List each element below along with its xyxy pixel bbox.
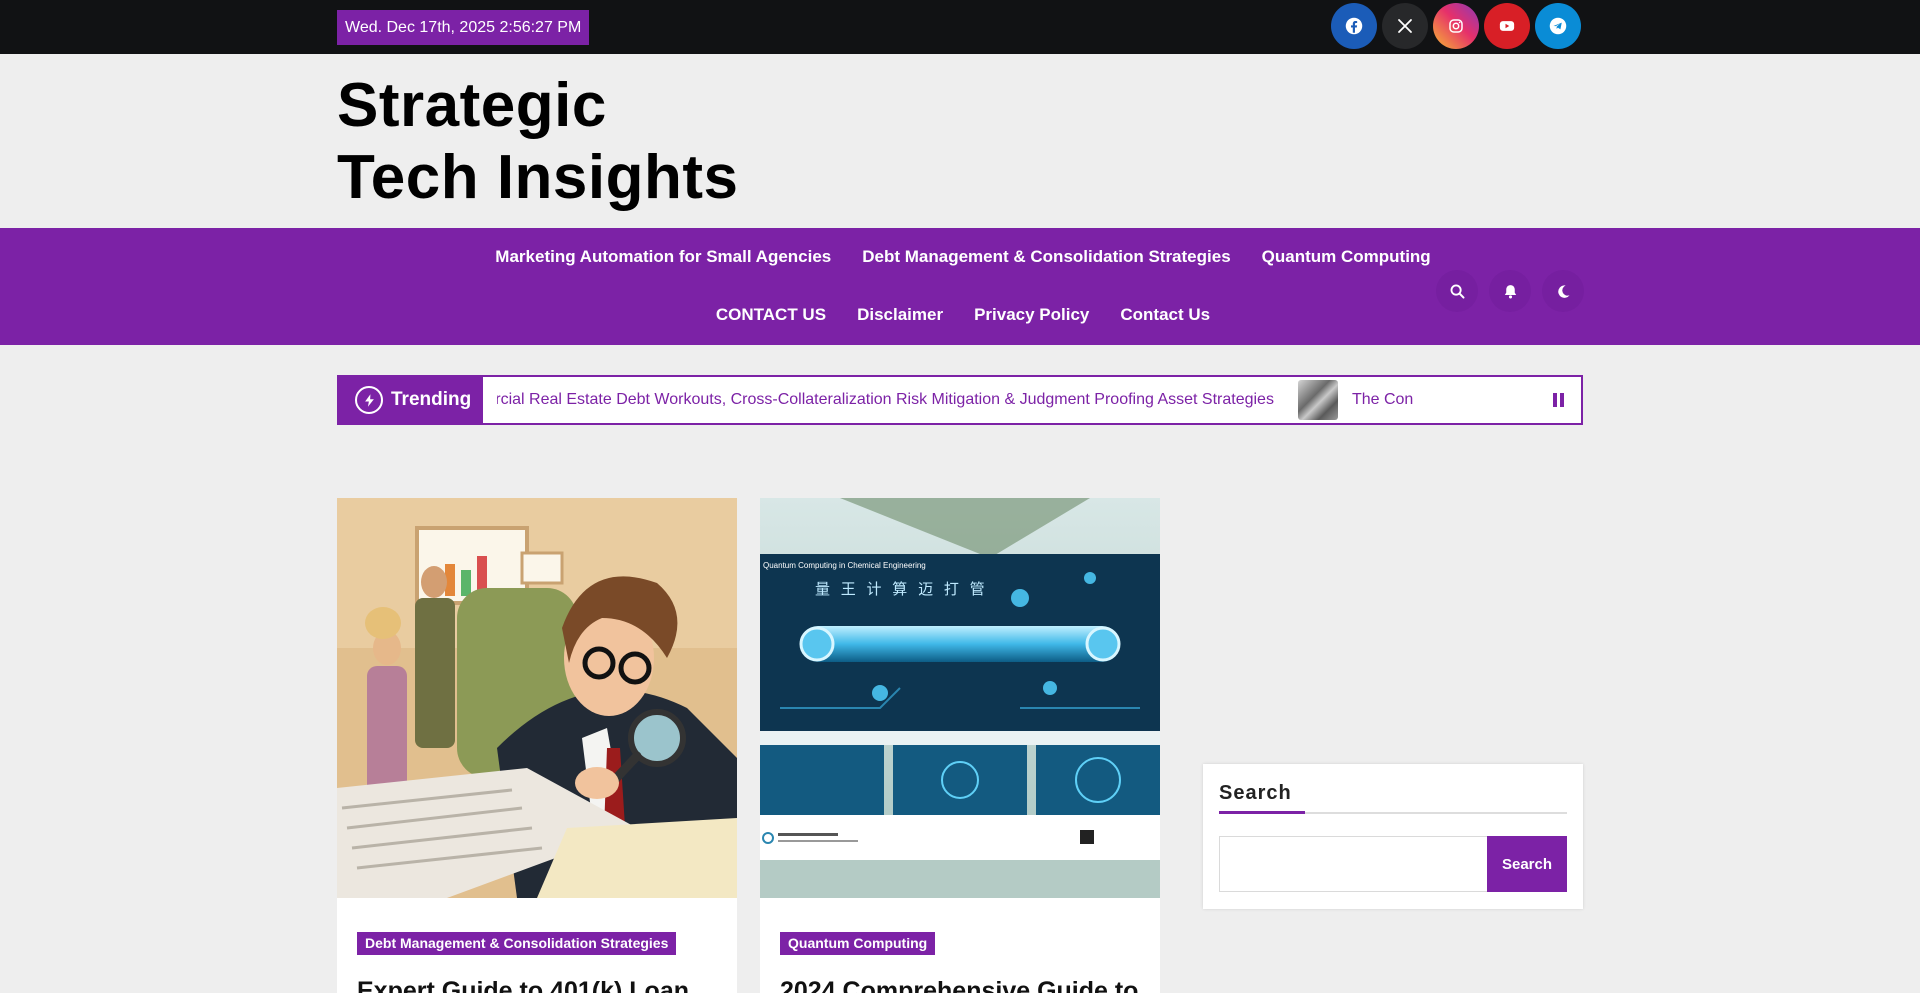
telegram-icon[interactable] <box>1535 3 1581 49</box>
post-title[interactable]: 2024 Comprehensive Guide to <box>780 974 1138 993</box>
bell-icon[interactable] <box>1489 270 1531 312</box>
moon-icon[interactable] <box>1542 270 1584 312</box>
image-banner: 量 王 计 算 迈 打 管 <box>815 580 988 598</box>
main-navigation: Marketing Automation for Small Agencies … <box>0 228 1920 345</box>
top-bar: Wed. Dec 17th, 2025 2:56:27 PM <box>0 0 1920 54</box>
search-widget: Search Search <box>1203 764 1583 909</box>
date-time-display: Wed. Dec 17th, 2025 2:56:27 PM <box>337 10 590 45</box>
trending-ticker: Trending ition, Commercial Real Estate D… <box>337 375 1583 425</box>
nav-row-1: Marketing Automation for Small Agencies … <box>0 246 1920 268</box>
facebook-icon[interactable] <box>1331 3 1377 49</box>
nav-actions <box>1436 270 1584 312</box>
nav-item-contact-us-upper[interactable]: CONTACT US <box>716 304 826 326</box>
ticker-track: ition, Commercial Real Estate Debt Worko… <box>497 377 1413 423</box>
image-heading: Quantum Computing in Chemical Engineerin… <box>763 561 926 570</box>
nav-item-privacy-policy[interactable]: Privacy Policy <box>974 304 1089 326</box>
widget-title: Search <box>1219 782 1292 804</box>
ticker-window: ition, Commercial Real Estate Debt Worko… <box>497 377 1537 423</box>
nav-item-debt-management[interactable]: Debt Management & Consolidation Strategi… <box>862 246 1230 268</box>
ticker-item[interactable]: The Con <box>1352 391 1413 409</box>
nav-item-marketing-automation[interactable]: Marketing Automation for Small Agencies <box>495 246 831 268</box>
instagram-icon[interactable] <box>1433 3 1479 49</box>
post-thumbnail[interactable] <box>337 498 737 898</box>
search-button[interactable]: Search <box>1487 836 1567 892</box>
trending-label: Trending <box>391 389 472 410</box>
lightning-icon <box>355 386 383 414</box>
category-badge[interactable]: Debt Management & Consolidation Strategi… <box>357 932 677 955</box>
post-card: Debt Management & Consolidation Strategi… <box>337 498 737 993</box>
nav-item-quantum-computing[interactable]: Quantum Computing <box>1262 246 1431 268</box>
category-badge[interactable]: Quantum Computing <box>780 932 936 955</box>
widget-title-accent <box>1219 811 1305 814</box>
post-thumbnail[interactable]: Quantum Computing in Chemical Engineerin… <box>760 498 1160 898</box>
post-title[interactable]: Expert Guide to 401(k) Loan <box>357 974 689 993</box>
pause-icon[interactable] <box>1553 393 1565 407</box>
site-branding: Strategic Tech Insights <box>337 70 739 214</box>
site-title-line-2[interactable]: Tech Insights <box>337 142 739 214</box>
nav-row-2: CONTACT US Disclaimer Privacy Policy Con… <box>0 304 1920 326</box>
ticker-thumbnail[interactable] <box>1297 380 1338 420</box>
x-twitter-icon[interactable] <box>1382 3 1428 49</box>
search-icon[interactable] <box>1436 270 1478 312</box>
trending-label-box: Trending <box>339 377 483 423</box>
social-links <box>1331 3 1581 49</box>
youtube-icon[interactable] <box>1484 3 1530 49</box>
nav-item-contact-us[interactable]: Contact Us <box>1120 304 1210 326</box>
ticker-item[interactable]: ition, Commercial Real Estate Debt Worko… <box>497 391 1274 409</box>
site-title-line-1[interactable]: Strategic <box>337 70 739 142</box>
search-input[interactable] <box>1219 836 1488 892</box>
nav-item-disclaimer[interactable]: Disclaimer <box>857 304 943 326</box>
post-card: Quantum Computing in Chemical Engineerin… <box>760 498 1160 993</box>
